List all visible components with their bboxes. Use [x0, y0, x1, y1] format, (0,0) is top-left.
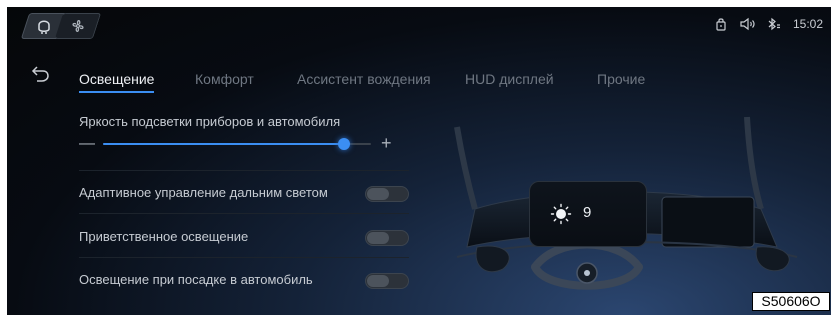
welcome-lighting-label: Приветственное освещение: [79, 229, 249, 244]
slider-track[interactable]: [103, 138, 371, 150]
entry-lighting-label: Освещение при посадке в автомобиль: [79, 272, 313, 287]
brightness-increase-button[interactable]: +: [381, 133, 392, 153]
clock: 15:02: [792, 17, 823, 31]
brightness-decrease-button[interactable]: —: [79, 134, 95, 154]
tab-hud-display[interactable]: HUD дисплей: [465, 71, 554, 87]
adaptive-high-beam-toggle[interactable]: [365, 186, 409, 202]
status-bar: 15:02: [7, 7, 831, 43]
fan-icon: [72, 20, 84, 32]
welcome-lighting-toggle[interactable]: [365, 230, 409, 246]
figure-code: S50606O: [752, 292, 830, 311]
bluetooth-icon: [768, 17, 780, 31]
phone-lock-icon: [716, 18, 726, 31]
tab-other[interactable]: Прочие: [597, 71, 645, 87]
brightness-slider[interactable]: — +: [79, 133, 409, 154]
status-icons: 15:02: [715, 17, 823, 31]
divider: [79, 213, 409, 214]
brightness-label: Яркость подсветки приборов и автомобиля: [79, 114, 341, 129]
mode-button-climate[interactable]: [54, 13, 102, 39]
tab-comfort[interactable]: Комфорт: [195, 71, 254, 87]
slider-handle[interactable]: [338, 138, 351, 150]
divider: [79, 257, 409, 258]
headrest-icon: [38, 20, 50, 34]
adaptive-high-beam-label: Адаптивное управление дальним светом: [79, 185, 328, 200]
tab-lighting[interactable]: Освещение: [79, 71, 155, 93]
volume-icon: [740, 17, 755, 31]
hud-brightness-value: 9: [583, 204, 592, 221]
infotainment-screen: 15:02 Освещение Комфорт Ассистент вожден…: [7, 7, 831, 315]
divider: [79, 170, 409, 171]
sun-icon: [550, 203, 572, 225]
settings-tabs: Освещение Комфорт Ассистент вождения HUD…: [7, 71, 831, 93]
entry-lighting-toggle[interactable]: [365, 273, 409, 289]
slider-fill: [103, 143, 345, 145]
tab-driving-assistant[interactable]: Ассистент вождения: [297, 71, 431, 87]
